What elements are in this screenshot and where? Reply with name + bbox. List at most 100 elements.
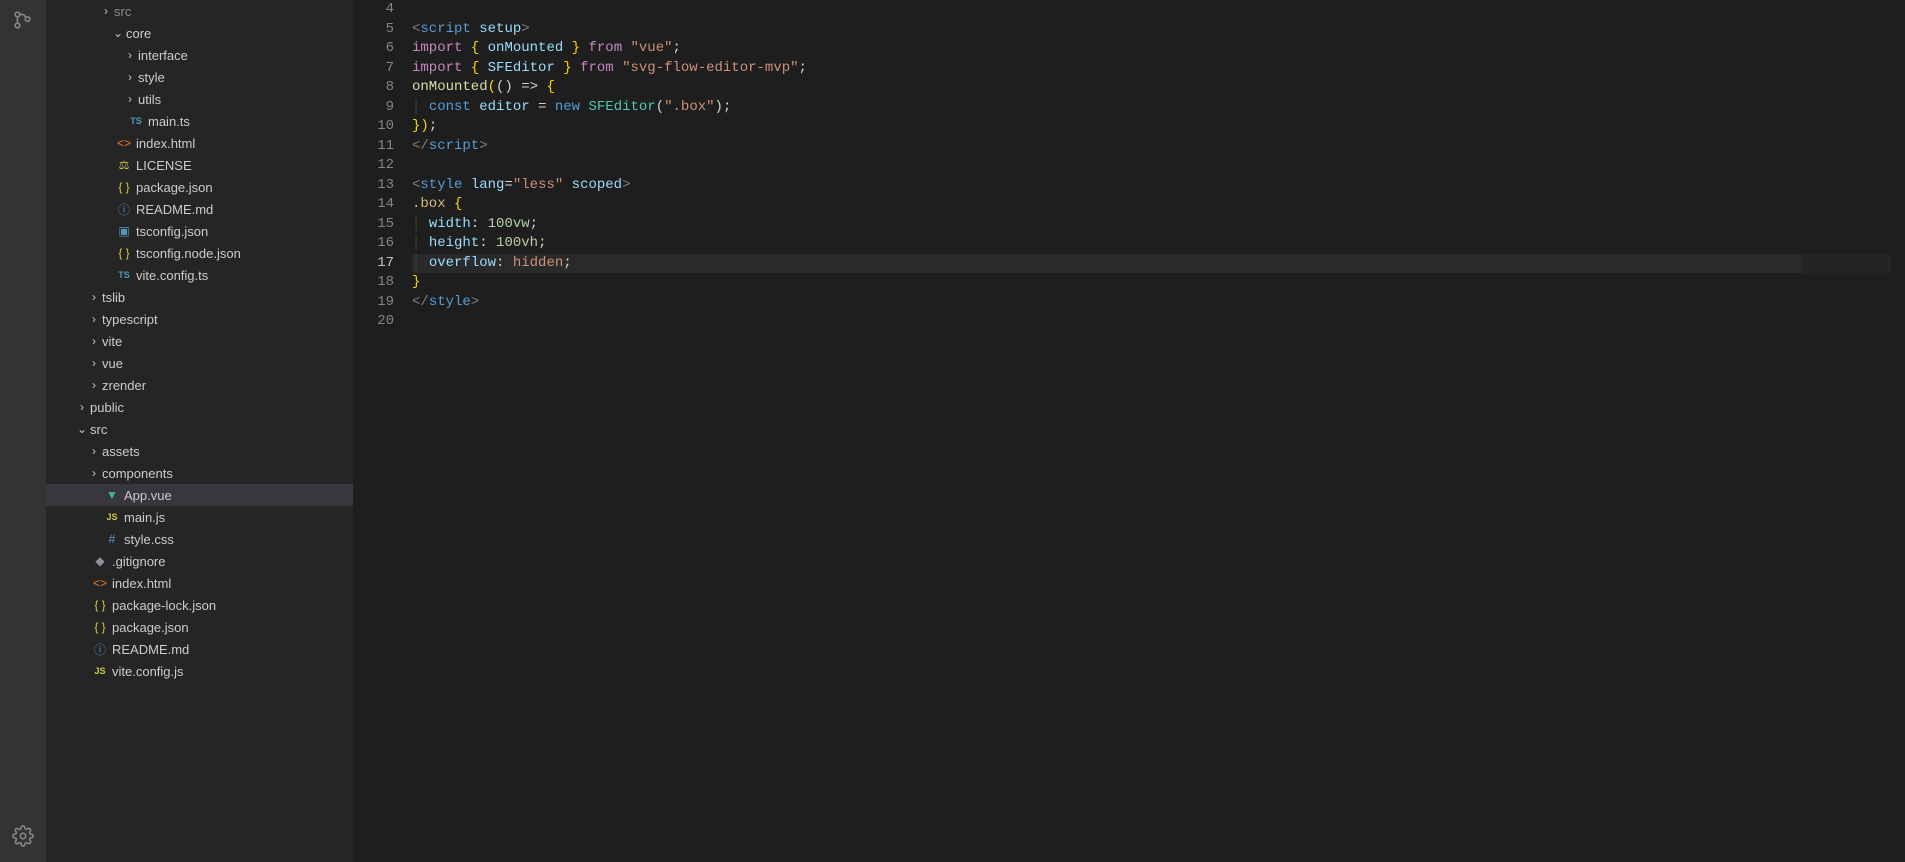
file-type-icon: # xyxy=(102,532,122,546)
folder-item[interactable]: ›public xyxy=(46,396,353,418)
code-line[interactable] xyxy=(412,156,1905,176)
code-line[interactable]: .box { xyxy=(412,195,1905,215)
code-line[interactable]: │ height: 100vh; xyxy=(412,234,1905,254)
vertical-scrollbar[interactable] xyxy=(1891,0,1905,862)
code-line[interactable]: import { onMounted } from "vue"; xyxy=(412,39,1905,59)
code-line[interactable]: │ width: 100vw; xyxy=(412,215,1905,235)
folder-item[interactable]: ›src xyxy=(46,0,353,22)
val: hidden xyxy=(513,255,563,271)
folder-item[interactable]: ›interface xyxy=(46,44,353,66)
file-item[interactable]: { }package.json xyxy=(46,176,353,198)
folder-item[interactable]: ⌄src xyxy=(46,418,353,440)
chevron-right-icon: › xyxy=(86,334,102,348)
file-item[interactable]: ▼App.vue xyxy=(46,484,353,506)
folder-item[interactable]: ›vite xyxy=(46,330,353,352)
folder-item[interactable]: ›tslib xyxy=(46,286,353,308)
folder-item[interactable]: ›components xyxy=(46,462,353,484)
chevron-right-icon: › xyxy=(122,92,138,106)
code-line[interactable]: │ const editor = new SFEditor(".box"); xyxy=(412,98,1905,118)
tree-item-label: main.ts xyxy=(148,114,190,129)
file-type-icon: { } xyxy=(90,598,110,612)
tree-item-label: README.md xyxy=(112,642,189,657)
folder-item[interactable]: ›assets xyxy=(46,440,353,462)
code-line[interactable]: <script setup> xyxy=(412,20,1905,40)
file-item[interactable]: <>index.html xyxy=(46,132,353,154)
file-item[interactable]: JSvite.config.js xyxy=(46,660,353,682)
code-line[interactable]: } xyxy=(412,273,1905,293)
code-content[interactable]: <script setup>import { onMounted } from … xyxy=(412,0,1905,862)
tree-item-label: main.js xyxy=(124,510,165,525)
prop: overflow xyxy=(429,255,496,271)
file-item[interactable]: { }package-lock.json xyxy=(46,594,353,616)
file-item[interactable]: TSmain.ts xyxy=(46,110,353,132)
file-item[interactable]: { }tsconfig.node.json xyxy=(46,242,353,264)
file-item[interactable]: ⚖LICENSE xyxy=(46,154,353,176)
code-line[interactable]: import { SFEditor } from "svg-flow-edito… xyxy=(412,59,1905,79)
code-line[interactable]: </style> xyxy=(412,293,1905,313)
tree-item-label: style.css xyxy=(124,532,174,547)
file-item[interactable]: JSmain.js xyxy=(46,506,353,528)
line-number: 10 xyxy=(354,117,412,137)
code-line[interactable]: </script> xyxy=(412,137,1905,157)
tree-item-label: package.json xyxy=(112,620,189,635)
str: "svg-flow-editor-mvp" xyxy=(622,60,798,76)
folder-item[interactable]: ›zrender xyxy=(46,374,353,396)
file-type-icon: ⓘ xyxy=(90,641,110,658)
code-line[interactable] xyxy=(412,312,1905,332)
file-item[interactable]: ◆.gitignore xyxy=(46,550,353,572)
tree-item-label: vue xyxy=(102,356,123,371)
minimap[interactable] xyxy=(1801,0,1891,862)
editor-area[interactable]: 4567891011121314151617181920 <script set… xyxy=(354,0,1905,862)
chevron-right-icon: › xyxy=(86,356,102,370)
line-number: 13 xyxy=(354,176,412,196)
file-item[interactable]: { }package.json xyxy=(46,616,353,638)
type: SFEditor xyxy=(589,99,656,115)
chevron-right-icon: › xyxy=(98,4,114,18)
kw: const xyxy=(429,99,471,115)
ident: SFEditor xyxy=(488,60,555,76)
tree-item-label: public xyxy=(90,400,124,415)
kw: new xyxy=(555,99,580,115)
tree-item-label: core xyxy=(126,26,151,41)
code-line[interactable]: onMounted(() => { xyxy=(412,78,1905,98)
line-number: 8 xyxy=(354,78,412,98)
file-type-icon: ⓘ xyxy=(114,201,134,218)
folder-item[interactable]: ›vue xyxy=(46,352,353,374)
folder-item[interactable]: ›style xyxy=(46,66,353,88)
file-type-icon: TS xyxy=(126,116,146,126)
chevron-right-icon: › xyxy=(122,48,138,62)
folder-item[interactable]: ›typescript xyxy=(46,308,353,330)
code-line[interactable] xyxy=(412,0,1905,20)
ident: onMounted xyxy=(488,40,564,56)
tree-item-label: .gitignore xyxy=(112,554,165,569)
tree-item-label: README.md xyxy=(136,202,213,217)
code-line[interactable]: │ overflow: hidden; xyxy=(412,254,1905,274)
file-type-icon: JS xyxy=(90,666,110,676)
file-item[interactable]: ⓘREADME.md xyxy=(46,638,353,660)
kw: from xyxy=(588,40,622,56)
tag-name: style xyxy=(429,294,471,310)
tree-item-label: style xyxy=(138,70,165,85)
file-item[interactable]: <>index.html xyxy=(46,572,353,594)
file-type-icon: ◆ xyxy=(90,554,110,568)
source-control-icon[interactable] xyxy=(11,8,35,32)
line-number-gutter: 4567891011121314151617181920 xyxy=(354,0,412,862)
settings-gear-icon[interactable] xyxy=(11,824,35,848)
folder-item[interactable]: ⌄core xyxy=(46,22,353,44)
tree-item-label: zrender xyxy=(102,378,146,393)
code-line[interactable]: <style lang="less" scoped> xyxy=(412,176,1905,196)
code-line[interactable]: }); xyxy=(412,117,1905,137)
line-number: 5 xyxy=(354,20,412,40)
line-number: 20 xyxy=(354,312,412,332)
explorer-sidebar[interactable]: ›src⌄core›interface›style›utilsTSmain.ts… xyxy=(46,0,354,862)
line-number: 12 xyxy=(354,156,412,176)
line-number: 19 xyxy=(354,293,412,313)
file-item[interactable]: ⓘREADME.md xyxy=(46,198,353,220)
prop: width xyxy=(429,216,471,232)
file-item[interactable]: TSvite.config.ts xyxy=(46,264,353,286)
folder-item[interactable]: ›utils xyxy=(46,88,353,110)
file-item[interactable]: ▣tsconfig.json xyxy=(46,220,353,242)
prop: height xyxy=(429,235,479,251)
file-item[interactable]: #style.css xyxy=(46,528,353,550)
tree-item-label: package.json xyxy=(136,180,213,195)
